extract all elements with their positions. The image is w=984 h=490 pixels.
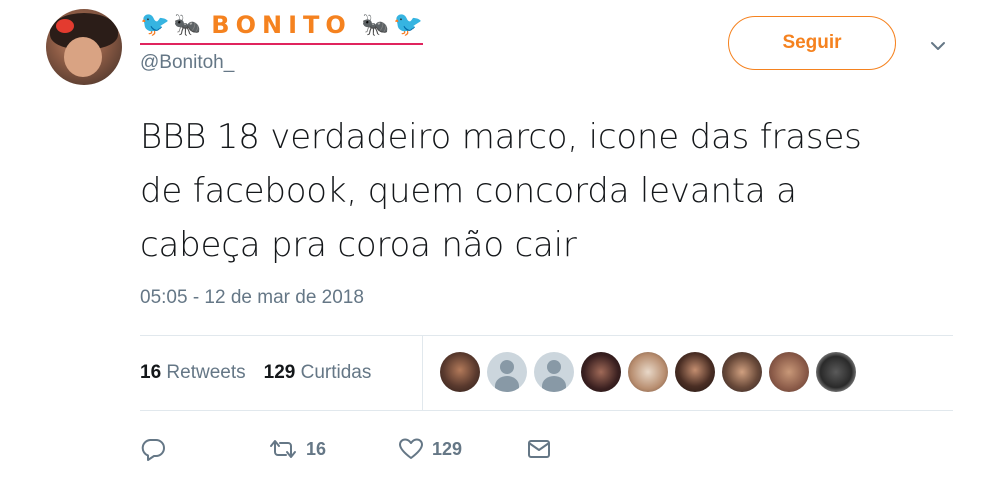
likes-count: 129	[263, 362, 296, 383]
retweets-count: 16	[140, 362, 162, 383]
bird-emoji-icon: 🐦	[140, 11, 170, 38]
tweet-stats: 16 Retweets 129 Curtidas	[140, 335, 389, 411]
chevron-down-icon[interactable]	[928, 36, 948, 56]
like-button[interactable]: 129	[398, 437, 526, 461]
bird-emoji-icon: 🐦	[393, 11, 424, 38]
liker-avatar[interactable]	[440, 352, 480, 392]
reply-icon	[140, 437, 166, 461]
divider	[140, 410, 953, 411]
message-button[interactable]	[526, 437, 552, 461]
envelope-icon	[526, 437, 552, 461]
retweet-icon	[268, 437, 298, 461]
user-display-name[interactable]: 🐦 🐜 BONITO 🐜 🐦	[140, 8, 424, 45]
tweet-actions: 16 129	[140, 432, 552, 466]
likes-stat[interactable]: 129 Curtidas	[264, 362, 372, 384]
like-count: 129	[432, 438, 463, 459]
likes-label: Curtidas	[300, 362, 372, 383]
liker-avatar[interactable]	[722, 352, 762, 392]
tweet-timestamp[interactable]: 05:05 - 12 de mar de 2018	[140, 287, 364, 309]
retweets-stat[interactable]: 16 Retweets	[140, 362, 246, 384]
ant-emoji-icon: 🐜	[173, 12, 202, 37]
retweet-count: 16	[306, 438, 327, 459]
heart-icon	[398, 437, 424, 461]
liker-avatar[interactable]	[581, 352, 621, 392]
liker-avatar[interactable]	[816, 352, 856, 392]
liker-avatar-default[interactable]	[534, 352, 574, 392]
stats-separator	[422, 335, 423, 411]
liker-avatar[interactable]	[675, 352, 715, 392]
liker-avatars	[440, 352, 856, 392]
liker-avatar[interactable]	[628, 352, 668, 392]
display-name-text: BONITO	[211, 11, 352, 39]
retweet-button[interactable]: 16	[268, 437, 398, 461]
reply-button[interactable]	[140, 437, 268, 461]
follow-button[interactable]: Seguir	[728, 16, 896, 70]
user-avatar[interactable]	[46, 9, 122, 85]
liker-avatar-default[interactable]	[487, 352, 527, 392]
liker-avatar[interactable]	[769, 352, 809, 392]
retweets-label: Retweets	[166, 362, 246, 383]
user-handle[interactable]: @Bonitoh_	[140, 52, 234, 74]
ant-emoji-icon: 🐜	[361, 12, 390, 37]
tweet-text: BBB 18 verdadeiro marco, icone das frase…	[140, 117, 862, 265]
